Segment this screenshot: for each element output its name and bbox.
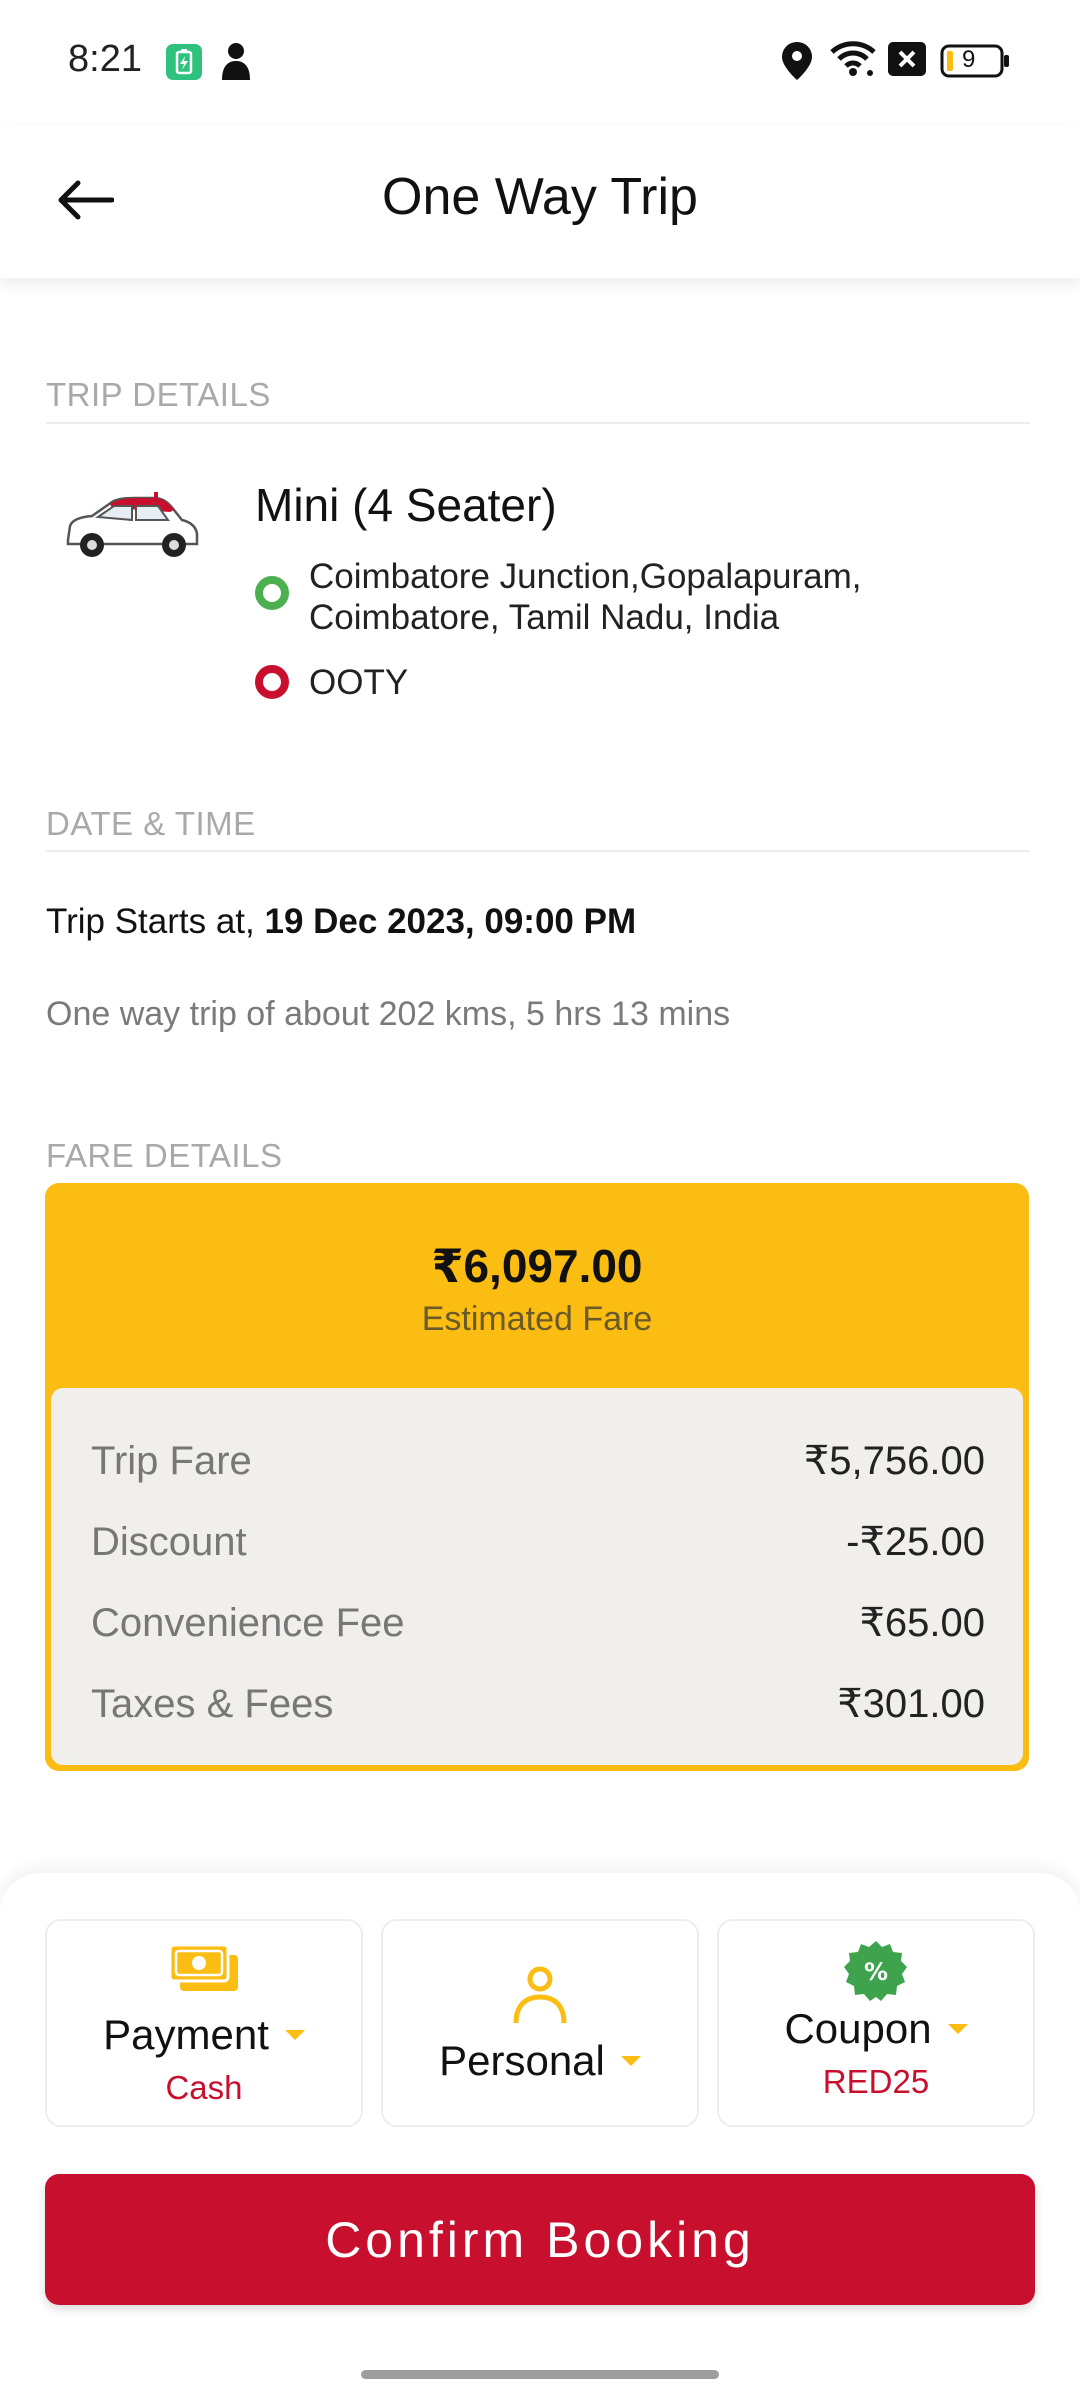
fare-breakdown: Trip Fare ₹5,756.00 Discount -₹25.00 Con…: [51, 1388, 1023, 1765]
fare-card: ₹6,097.00 Estimated Fare Trip Fare ₹5,75…: [45, 1183, 1029, 1771]
estimated-fare-amount: ₹6,097.00: [431, 1240, 643, 1292]
payment-option-label-row: Payment: [47, 2011, 361, 2059]
trip-summary: One way trip of about 202 kms, 5 hrs 13 …: [46, 995, 731, 1033]
fare-row-value: -₹25.00: [846, 1520, 985, 1564]
fare-details-label: FARE DETAILS: [46, 1137, 283, 1174]
booking-options-panel: Payment Cash Personal % Coupon RED25: [0, 1873, 1080, 2400]
divider: [46, 422, 1030, 424]
vehicle-name: Mini (4 Seater): [255, 479, 557, 531]
drop-address: OOTY: [309, 663, 409, 702]
coupon-label: Coupon: [784, 2005, 932, 2052]
trip-start-prefix: Trip Starts at,: [46, 902, 265, 941]
battery-saver-icon: [166, 44, 202, 85]
no-signal-icon: [888, 42, 926, 81]
battery-icon: 9: [940, 44, 1010, 83]
pickup-line-2: Coimbatore, Tamil Nadu, India: [309, 598, 780, 637]
car-icon: [62, 490, 200, 567]
fare-row-label: Convenience Fee: [91, 1600, 405, 1645]
profile-option-label-row: Personal: [383, 2037, 697, 2085]
fare-row: Trip Fare ₹5,756.00: [91, 1436, 985, 1486]
fare-row-value: ₹301.00: [837, 1682, 985, 1726]
profile-option[interactable]: Personal: [381, 1919, 699, 2127]
fare-row-value: ₹65.00: [859, 1601, 985, 1645]
fare-row: Discount -₹25.00: [91, 1517, 985, 1567]
fare-row-label: Trip Fare: [91, 1438, 252, 1483]
svg-text:%: %: [864, 1958, 888, 1986]
fare-row-value: ₹5,756.00: [803, 1439, 985, 1483]
divider: [46, 850, 1030, 852]
fare-row: Taxes & Fees ₹301.00: [91, 1679, 985, 1729]
pickup-line-1: Coimbatore Junction,Gopalapuram,: [309, 557, 862, 596]
pickup-dot: [255, 576, 289, 610]
payment-label: Payment: [103, 2011, 269, 2058]
trip-start: Trip Starts at, 19 Dec 2023, 09:00 PM: [46, 902, 636, 942]
discount-badge-icon: %: [719, 1939, 1033, 2003]
trip-start-datetime: 19 Dec 2023, 09:00 PM: [264, 902, 637, 941]
battery-level-text: 9: [962, 46, 976, 73]
fare-row-label: Taxes & Fees: [91, 1681, 334, 1726]
wifi-icon: [830, 40, 876, 83]
estimated-fare-label: Estimated Fare: [421, 1300, 653, 1338]
payment-value: Cash: [165, 2069, 243, 2106]
pickup-address: Coimbatore Junction,Gopalapuram, Coimbat…: [309, 556, 862, 638]
confirm-booking-button[interactable]: Confirm Booking: [45, 2174, 1035, 2305]
status-time: 8:21: [68, 38, 142, 80]
coupon-option-label-row: Coupon: [719, 2005, 1033, 2053]
page-title: One Way Trip: [382, 168, 698, 226]
person-icon: [222, 42, 250, 85]
cash-icon: [47, 1943, 361, 1995]
status-bar: 8:21 9: [0, 0, 1080, 125]
chevron-down-icon: [620, 2056, 641, 2066]
date-time-label: DATE & TIME: [46, 805, 256, 842]
drop-dot: [255, 665, 289, 699]
chevron-down-icon: [284, 2030, 305, 2040]
payment-option[interactable]: Payment Cash: [45, 1919, 363, 2127]
app-header: One Way Trip: [0, 125, 1080, 278]
fare-row: Convenience Fee ₹65.00: [91, 1598, 985, 1648]
location-icon: [782, 42, 812, 85]
home-indicator[interactable]: [361, 2370, 719, 2379]
profile-label: Personal: [439, 2037, 605, 2084]
person-outline-icon: [383, 1965, 697, 2025]
fare-row-label: Discount: [91, 1519, 247, 1564]
chevron-down-icon: [947, 2024, 968, 2034]
coupon-option[interactable]: % Coupon RED25: [717, 1919, 1035, 2127]
coupon-value: RED25: [822, 2063, 930, 2100]
trip-details-label: TRIP DETAILS: [46, 376, 271, 413]
